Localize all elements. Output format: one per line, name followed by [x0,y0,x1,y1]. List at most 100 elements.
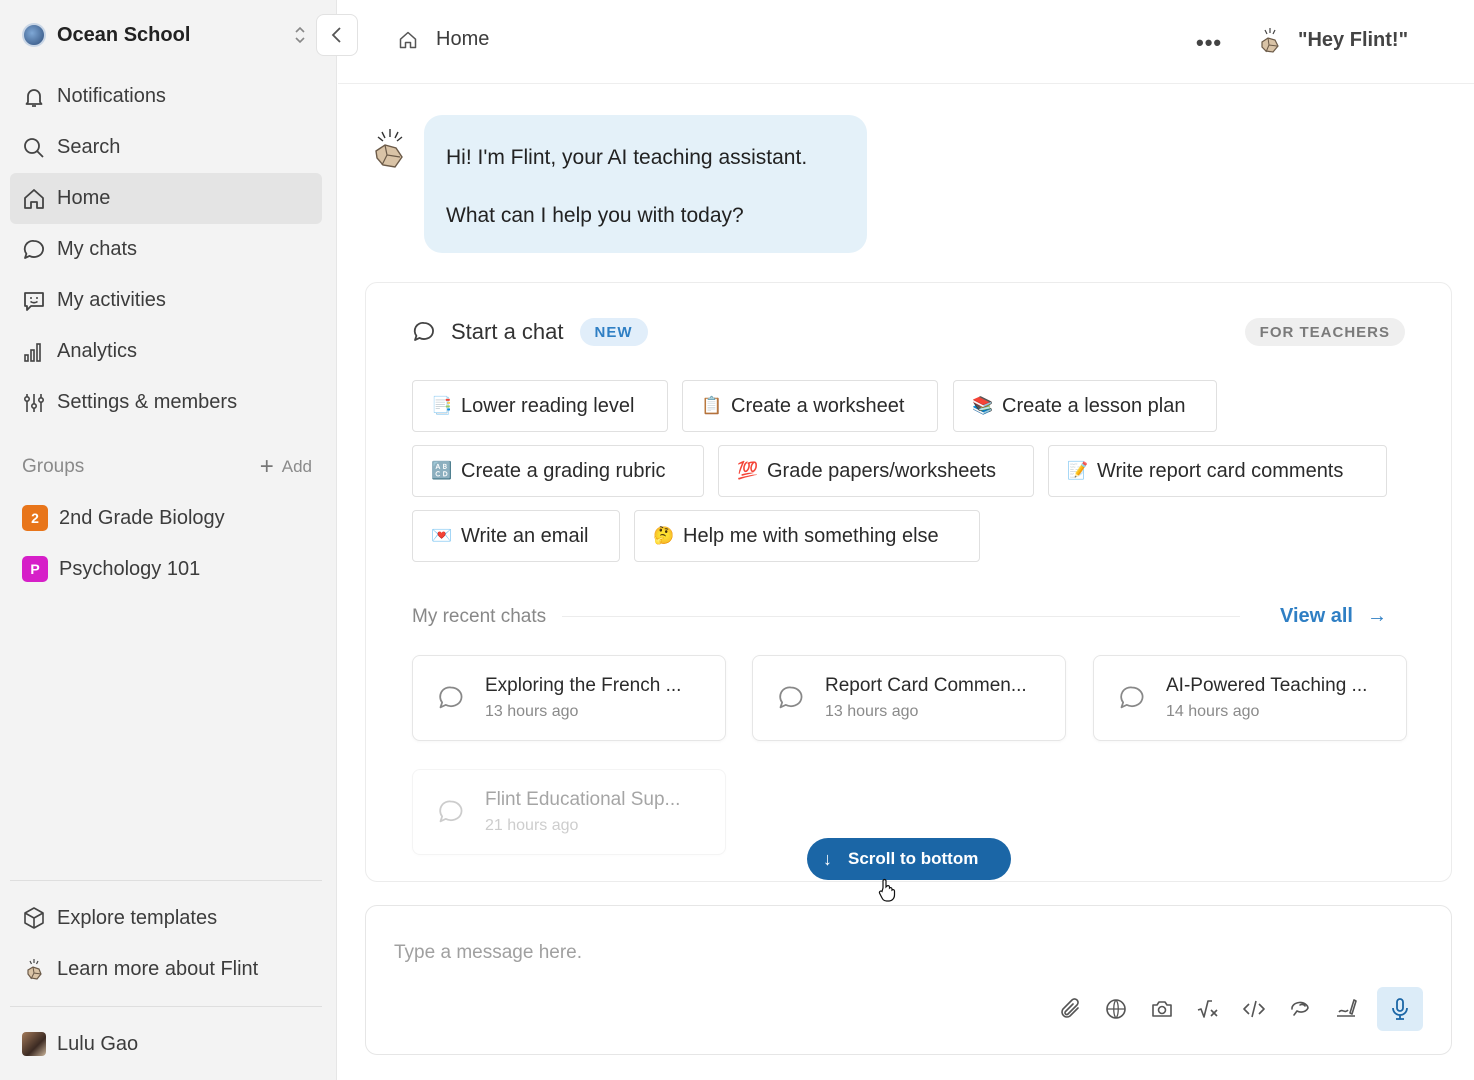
math-button[interactable] [1185,987,1231,1031]
web-search-button[interactable] [1093,987,1139,1031]
view-all-link[interactable]: View all → [1280,605,1387,628]
sidebar-item-label: My chats [57,238,138,260]
explore-templates-link[interactable]: Explore templates [22,900,312,936]
user-name: Lulu Gao [57,1032,139,1055]
recent-chats-label: My recent chats [412,605,547,627]
scroll-to-bottom-label: Scroll to bottom [848,849,979,868]
message-composer: Type a message here. [365,905,1452,1055]
recent-chat-title: Flint Educational Sup... [485,789,681,810]
add-group-button[interactable]: + Add [260,455,312,479]
books-emoji-icon: 📚 [972,396,994,415]
sidebar-item-analytics[interactable]: Analytics [10,326,322,377]
sidebar-item-label: Home [57,187,111,209]
hand-cursor-icon [878,878,896,902]
love-letter-emoji-icon: 💌 [431,526,453,545]
code-icon [1243,1000,1265,1018]
drawing-icon [1337,999,1357,1017]
chip-grade-papers[interactable]: 💯 Grade papers/worksheets [718,445,1034,497]
arrow-down-icon: ↓ [823,848,832,869]
workspace-switcher[interactable]: Ocean School [22,20,312,50]
group-name: Psychology 101 [59,557,201,580]
reasoning-button[interactable] [1277,987,1323,1031]
flint-logo-icon [27,959,42,980]
sidebar-item-my-chats[interactable]: My chats [10,224,322,275]
microphone-icon [1392,998,1408,1020]
sidebar: Ocean School Notifications Search Home M… [0,0,337,1080]
sidebar-item-search[interactable]: Search [10,122,322,173]
attach-button[interactable] [1047,987,1093,1031]
recent-chat-card[interactable]: Flint Educational Sup... 21 hours ago [412,769,726,855]
hey-flint-button[interactable]: "Hey Flint!" [1258,26,1408,54]
main-content: Hi! I'm Flint, your AI teaching assistan… [338,85,1474,1080]
code-button[interactable] [1231,987,1277,1031]
sidebar-group-psychology-101[interactable]: P Psychology 101 [22,551,312,587]
chat-bubble-icon [439,686,463,709]
learn-more-label: Learn more about Flint [57,957,259,980]
greeting-line-2: What can I help you with today? [446,204,744,227]
sidebar-item-home[interactable]: Home [10,173,322,224]
recent-chat-title: Report Card Commen... [825,675,1027,696]
chip-write-report-card-comments[interactable]: 📝 Write report card comments [1048,445,1387,497]
user-profile[interactable]: Lulu Gao [22,1026,312,1062]
chevron-left-icon [331,27,341,43]
learn-more-link[interactable]: Learn more about Flint [22,951,312,987]
recent-chat-text: AI-Powered Teaching ... 14 hours ago [1166,675,1367,721]
chip-write-email[interactable]: 💌 Write an email [412,510,620,562]
recent-chat-card[interactable]: AI-Powered Teaching ... 14 hours ago [1093,655,1407,741]
brain-icon [1291,1001,1309,1016]
arrow-right-icon: → [1367,605,1387,627]
greeting-line-1: Hi! I'm Flint, your AI teaching assistan… [446,146,808,169]
group-name: 2nd Grade Biology [59,506,225,529]
chat-bubble-icon [439,800,463,823]
breadcrumb: Home [398,28,489,51]
workspace-logo [22,23,46,47]
recent-chat-time: 14 hours ago [1166,703,1260,720]
start-chat-header: Start a chat NEW [412,318,648,346]
scroll-to-bottom-button[interactable]: ↓ Scroll to bottom [807,838,1011,880]
recent-chat-title: AI-Powered Teaching ... [1166,675,1368,696]
recent-chats-divider [562,616,1240,617]
camera-button[interactable] [1139,987,1185,1031]
sidebar-item-notifications[interactable]: Notifications [10,71,322,122]
microphone-button[interactable] [1377,987,1423,1031]
recent-chat-time: 13 hours ago [825,703,919,720]
paperclip-icon [1061,998,1079,1018]
chip-create-worksheet[interactable]: 📋 Create a worksheet [682,380,938,432]
chip-create-grading-rubric[interactable]: 🔠 Create a grading rubric [412,445,704,497]
chip-create-lesson-plan[interactable]: 📚 Create a lesson plan [953,380,1217,432]
chip-label: Help me with something else [683,524,939,547]
more-options-button[interactable]: ••• [1196,30,1222,56]
home-icon [399,31,417,48]
cube-icon [24,907,44,929]
draw-button[interactable] [1323,987,1369,1031]
chip-lower-reading-level[interactable]: 📑 Lower reading level [412,380,668,432]
hey-flint-label: "Hey Flint!" [1298,28,1409,51]
chat-bubble-icon [1120,686,1144,709]
explore-templates-label: Explore templates [57,906,218,929]
chat-bubble-icon [413,322,434,341]
bell-icon [25,88,43,107]
sidebar-group-2nd-grade-biology[interactable]: 2 2nd Grade Biology [22,500,312,536]
plus-icon: + [259,453,274,480]
recent-chats-header: My recent chats View all → [412,605,1387,628]
recent-chat-card[interactable]: Report Card Commen... 13 hours ago [752,655,1066,741]
recent-chat-card[interactable]: Exploring the French ... 13 hours ago [412,655,726,741]
page-title: Home [436,28,490,50]
chip-label: Create a lesson plan [1002,394,1186,417]
for-teachers-badge: FOR TEACHERS [1244,318,1405,346]
chip-label: Lower reading level [461,394,635,417]
chat-bubble-icon [779,686,803,709]
collapse-sidebar-button[interactable] [316,14,358,56]
recent-chat-time: 13 hours ago [485,703,579,720]
chip-label: Grade papers/worksheets [767,459,997,482]
sidebar-item-settings[interactable]: Settings & members [10,377,322,428]
globe-www-icon [1106,999,1126,1019]
chip-label: Write report card comments [1097,459,1344,482]
chat-bubble-icon [23,239,44,259]
message-input[interactable]: Type a message here. [394,942,582,964]
new-badge: NEW [579,318,648,346]
sidebar-item-my-activities[interactable]: My activities [10,275,322,326]
flint-logo-icon [1261,28,1279,53]
avatar [22,1032,46,1056]
chip-help-something-else[interactable]: 🤔 Help me with something else [634,510,980,562]
